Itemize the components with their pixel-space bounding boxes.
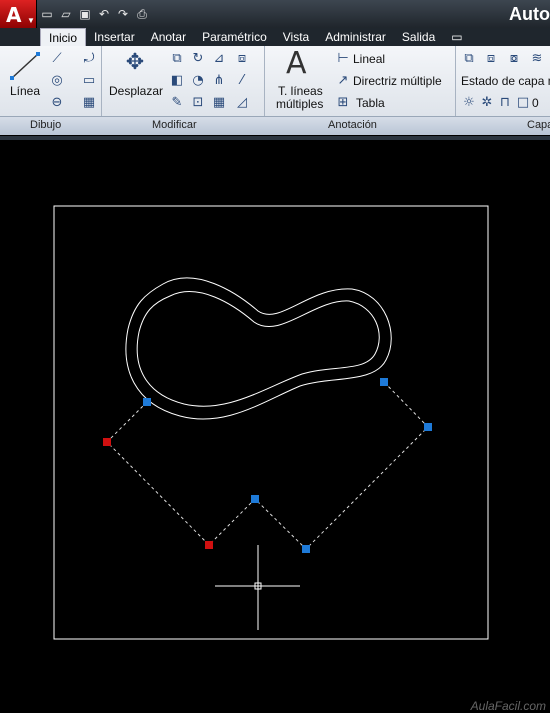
save-icon[interactable]: ▣ <box>77 6 93 22</box>
ribbon: Línea ⟋ ◎ ⊖ ⤾ ▭ ▦ ✥ Desplazar ⧉ ↻ ⊿ ⧈ ◧ … <box>0 46 550 135</box>
print-icon[interactable]: ⎙ <box>134 6 150 22</box>
break-icon[interactable]: ⁄ <box>233 72 251 90</box>
grip-blue[interactable] <box>251 495 259 503</box>
arc-icon[interactable]: ⤾ <box>80 50 98 68</box>
grip-blue[interactable] <box>380 378 388 386</box>
erase-icon[interactable]: ✎ <box>168 94 186 112</box>
panel-label-anotacion[interactable]: Anotación <box>328 119 377 131</box>
fillet-icon[interactable]: ◔ <box>189 72 207 90</box>
tab-insertar[interactable]: Insertar <box>86 28 143 46</box>
panel-label-dibujo[interactable]: Dibujo <box>30 119 61 131</box>
drawing-area[interactable]: AulaFacil.com <box>0 136 550 713</box>
panel-label-bar: Dibujo Modificar Anotación Capa <box>0 116 550 135</box>
ribbon-minimize-icon[interactable]: ▭ <box>443 28 470 46</box>
multileader-button[interactable]: Directriz múltiple <box>353 74 442 88</box>
watermark: AulaFacil.com <box>470 699 546 713</box>
sun-icon[interactable]: ✲ <box>478 94 496 112</box>
window-title: Auto <box>509 4 550 24</box>
undo-icon[interactable]: ↶ <box>96 6 112 22</box>
ribbon-tabs: Inicio Insertar Anotar Paramétrico Vista… <box>0 28 550 47</box>
new-icon[interactable]: ▭ <box>39 6 55 22</box>
open-icon[interactable]: ▱ <box>58 6 74 22</box>
drawing-border <box>53 205 489 640</box>
tab-vista[interactable]: Vista <box>275 28 317 46</box>
line-button[interactable]: Línea <box>10 84 40 98</box>
tab-salida[interactable]: Salida <box>394 28 443 46</box>
title-bar: A ▼ ▭ ▱ ▣ ↶ ↷ ⎙ Auto <box>0 0 550 30</box>
color-swatch-icon[interactable]: □ <box>514 94 532 112</box>
grip-blue[interactable] <box>143 398 151 406</box>
tab-administrar[interactable]: Administrar <box>317 28 394 46</box>
multileader-icon: ↗ <box>337 73 349 88</box>
chamfer-icon[interactable]: ◿ <box>233 94 251 112</box>
current-layer-value[interactable]: 0 <box>532 96 539 110</box>
table-button[interactable]: Tabla <box>356 96 385 110</box>
scale-icon[interactable]: ⊡ <box>189 94 207 112</box>
drawing-canvas[interactable] <box>0 140 550 713</box>
mtext-label-2[interactable]: múltiples <box>276 97 323 111</box>
trim-icon[interactable]: ⊿ <box>210 50 228 68</box>
bulb-icon[interactable]: ☼ <box>460 94 478 112</box>
redo-icon[interactable]: ↷ <box>115 6 131 22</box>
panel-label-modificar[interactable]: Modificar <box>152 119 197 131</box>
layer-match-icon[interactable]: ⧇ <box>505 50 523 68</box>
panel-label-capas[interactable]: Capa <box>527 119 550 131</box>
quick-access-toolbar: ▭ ▱ ▣ ↶ ↷ ⎙ <box>39 6 150 24</box>
rotate-icon[interactable]: ↻ <box>189 50 207 68</box>
outer-contour[interactable] <box>125 277 392 420</box>
ellipse-icon[interactable]: ⊖ <box>48 94 66 112</box>
circle-icon[interactable]: ◎ <box>48 72 66 90</box>
grip-blue[interactable] <box>302 545 310 553</box>
layer-states-icon[interactable]: ⧈ <box>482 50 500 68</box>
grip-red[interactable] <box>205 541 213 549</box>
text-icon[interactable]: A <box>286 46 307 81</box>
tab-parametrico[interactable]: Paramétrico <box>194 28 275 46</box>
tab-inicio[interactable]: Inicio <box>40 28 87 47</box>
application-menu-button[interactable]: A ▼ <box>0 0 37 30</box>
offset-icon[interactable]: ⧈ <box>233 50 251 68</box>
layer-iso-icon[interactable]: ≋ <box>528 50 546 68</box>
mtext-label-1[interactable]: T. líneas <box>278 84 323 98</box>
stretch-icon[interactable]: ◧ <box>168 72 186 90</box>
tab-anotar[interactable]: Anotar <box>143 28 194 46</box>
inner-contour[interactable] <box>136 291 380 407</box>
line-icon <box>10 52 40 80</box>
selection-rubberband <box>106 381 429 550</box>
copy-icon[interactable]: ⧉ <box>168 50 186 68</box>
linear-dimension-button[interactable]: Lineal <box>353 52 385 66</box>
rectangle-icon[interactable]: ▭ <box>80 72 98 90</box>
table-icon: ⊞ <box>337 95 349 110</box>
chevron-down-icon: ▼ <box>27 16 35 25</box>
lock-icon[interactable]: ⊓ <box>496 94 514 112</box>
grip-red[interactable] <box>103 438 111 446</box>
crosshair-cursor-icon <box>215 545 300 630</box>
array-icon[interactable]: ▦ <box>210 94 228 112</box>
linear-dimension-icon: ⊢ <box>337 51 349 66</box>
move-button[interactable]: Desplazar <box>109 84 163 98</box>
mirror-icon[interactable]: ⋔ <box>210 72 228 90</box>
grip-blue[interactable] <box>424 423 432 431</box>
autocad-logo-icon: A <box>6 3 22 27</box>
hatch-icon[interactable]: ▦ <box>80 94 98 112</box>
layer-state-dropdown[interactable]: Estado de capa n <box>461 74 550 88</box>
layer-properties-icon[interactable]: ⧉ <box>460 50 478 68</box>
move-icon[interactable]: ✥ <box>122 52 148 74</box>
polyline-icon[interactable]: ⟋ <box>48 50 66 68</box>
